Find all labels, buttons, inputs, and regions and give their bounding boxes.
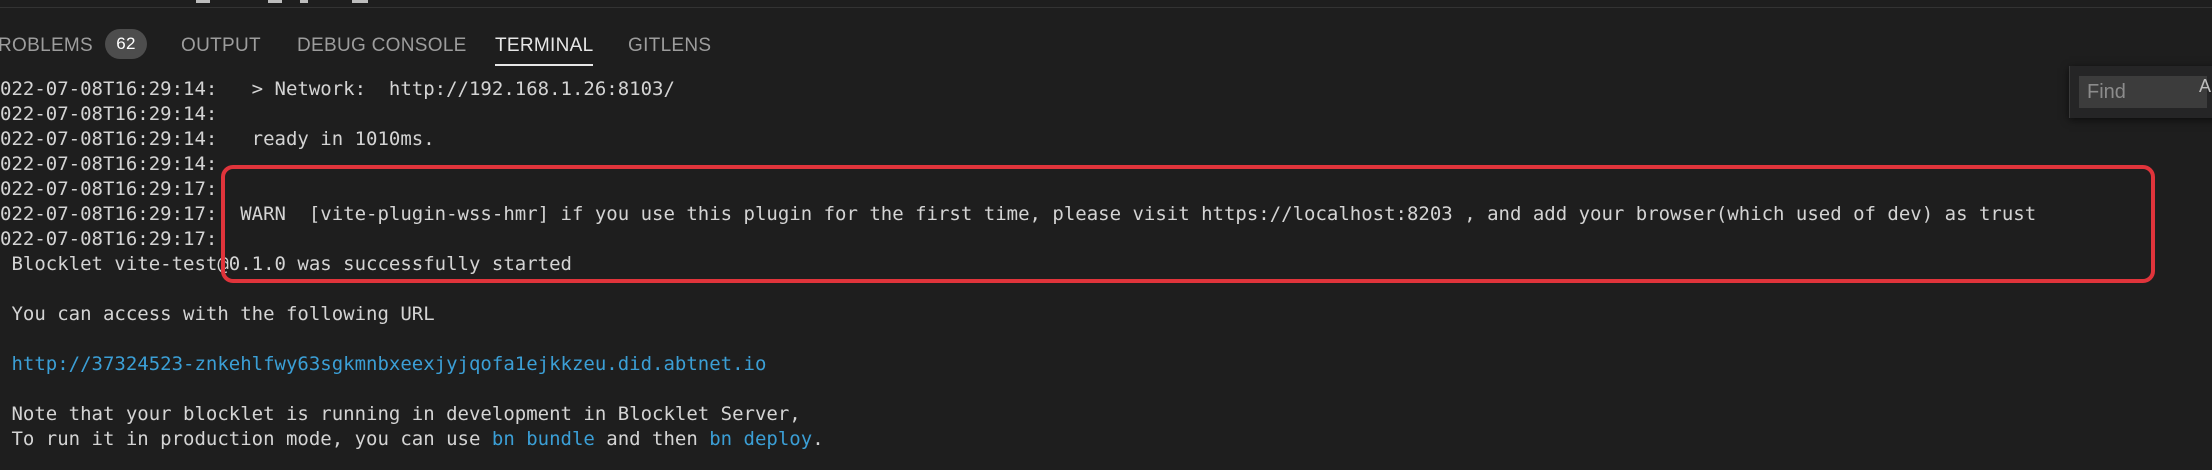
terminal-line: 022-07-08T16:29:14: > Network: http://19… (0, 78, 675, 100)
editor-fragment (196, 0, 210, 3)
terminal-line: 022-07-08T16:29:14: (0, 103, 218, 125)
find-input[interactable] (2079, 76, 2207, 108)
tab-terminal-label: TERMINAL (495, 35, 594, 56)
find-option-toggle[interactable]: A (2199, 76, 2211, 97)
find-widget (2069, 66, 2212, 118)
production-text-middle: and then (594, 428, 710, 450)
production-text-prefix: To run it in production mode, you can us… (0, 428, 492, 450)
problems-count-badge: 62 (105, 28, 148, 59)
blocklet-url-link[interactable]: http://37324523-znkehlfwy63sgkmnbxeexjyj… (0, 352, 2212, 377)
tab-problems[interactable]: ROBLEMS 62 (0, 26, 148, 66)
terminal-line: Note that your blocklet is running in de… (0, 403, 801, 425)
tab-terminal[interactable]: TERMINAL (495, 26, 594, 66)
tab-output[interactable]: OUTPUT (181, 26, 261, 66)
bn-deploy-command-link[interactable]: bn deploy (709, 428, 812, 450)
bn-bundle-command-link[interactable]: bn bundle (492, 428, 595, 450)
terminal-line: 022-07-08T16:29:14: ready in 1010ms. (0, 128, 435, 150)
tab-gitlens-label: GITLENS (628, 35, 712, 56)
panel-tab-bar: ROBLEMS 62 OUTPUT DEBUG CONSOLE TERMINAL … (0, 8, 2212, 68)
production-text-suffix: . (812, 428, 824, 450)
tab-problems-label: ROBLEMS (0, 35, 94, 56)
tab-debug-console[interactable]: DEBUG CONSOLE (297, 26, 467, 66)
editor-fragment (300, 0, 308, 3)
terminal-line-production: To run it in production mode, you can us… (0, 427, 2212, 452)
editor-fragment (352, 0, 368, 3)
warning-highlight-box (221, 165, 2155, 283)
tab-gitlens[interactable]: GITLENS (628, 26, 711, 66)
editor-fragment (268, 0, 282, 3)
tab-debug-console-label: DEBUG CONSOLE (297, 35, 467, 56)
tab-output-label: OUTPUT (181, 35, 261, 56)
editor-top-edge (0, 0, 2212, 8)
terminal-line: You can access with the following URL (0, 303, 435, 325)
